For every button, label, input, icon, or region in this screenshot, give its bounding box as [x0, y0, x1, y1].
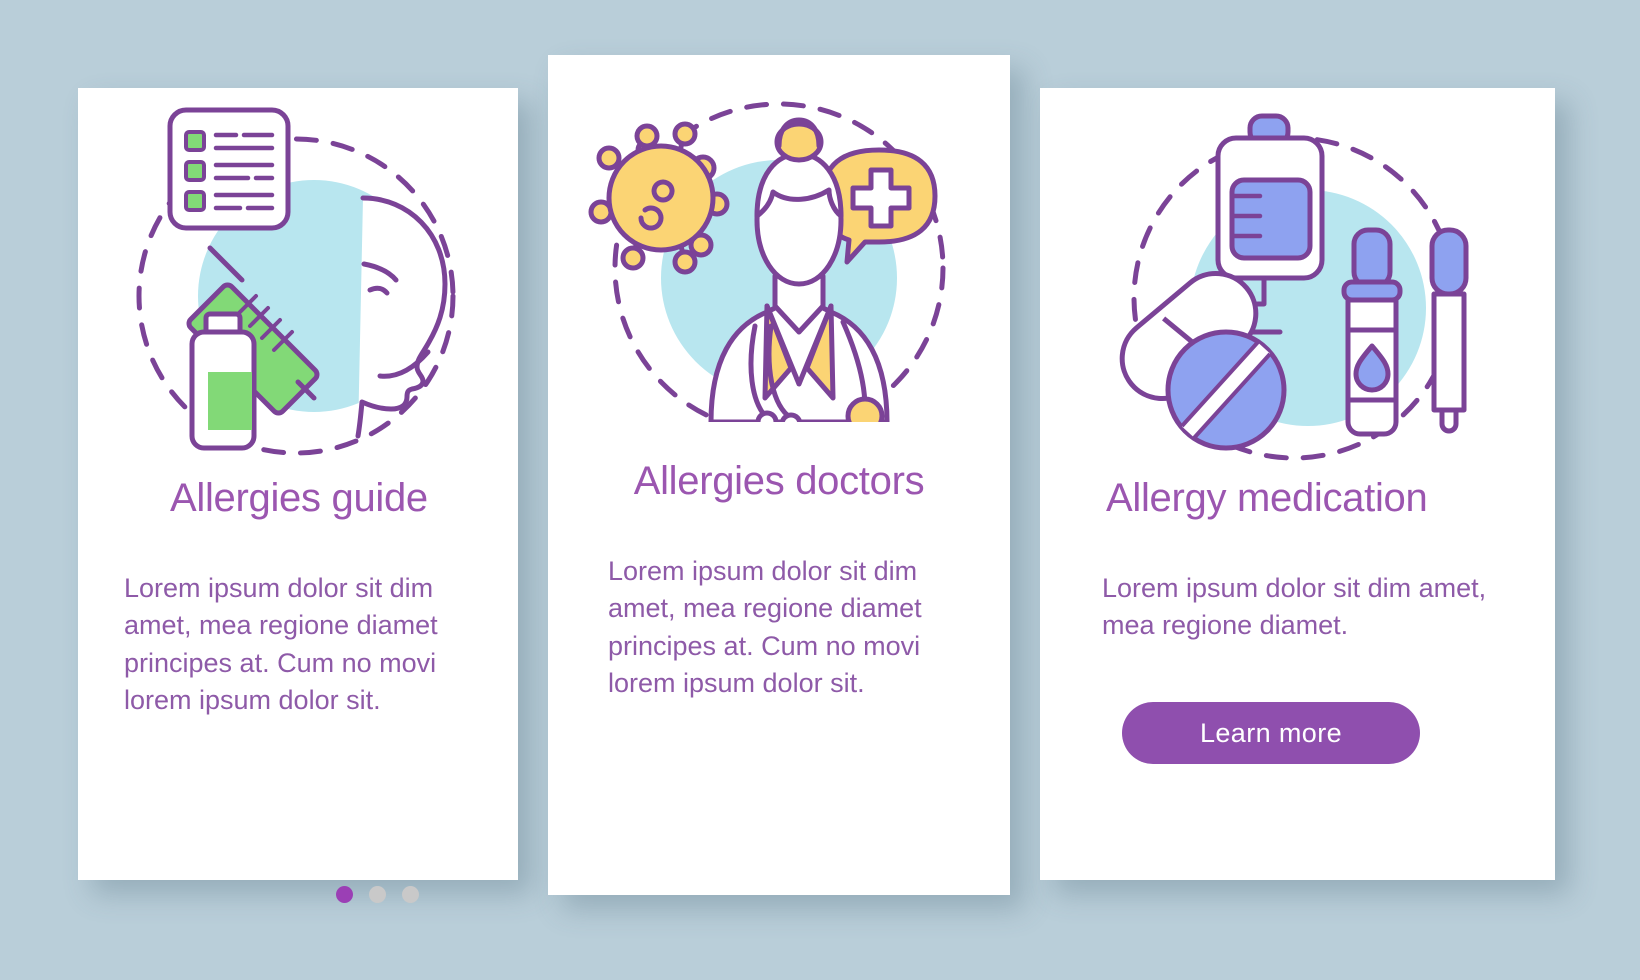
dropper-bottle-icon [1341, 227, 1402, 437]
page-title: Allergies doctors [633, 459, 925, 503]
tablet-pill-icon [1165, 329, 1286, 451]
learn-more-button[interactable]: Learn more [1122, 702, 1420, 764]
pagination-dot-3[interactable] [402, 886, 419, 903]
medication-illustration [1040, 88, 1555, 468]
card-body-text: Lorem ipsum dolor sit dim amet, mea regi… [1102, 573, 1487, 641]
page-title: Allergy medication [1106, 476, 1428, 520]
page-title: Allergies guide [170, 476, 428, 520]
face-profile-icon [355, 195, 448, 439]
card-body-text: Lorem ipsum dolor sit dim amet, mea regi… [608, 556, 922, 698]
doctor-illustration [548, 55, 1010, 455]
pagination-dot-1[interactable] [336, 886, 353, 903]
onboarding-screens: Allergies guide Lorem ipsum dolor sit di… [0, 0, 1640, 980]
pagination-dot-2[interactable] [369, 886, 386, 903]
doctor-svg [588, 101, 946, 422]
onboarding-card-allergies-doctors: Allergies doctors Lorem ipsum dolor sit … [548, 55, 1369, 895]
onboarding-card-allergies-guide: Allergies guide Lorem ipsum dolor sit di… [78, 88, 518, 903]
allergy-test-svg [136, 107, 456, 456]
medication-svg [1119, 113, 1468, 461]
checklist-icon [167, 107, 291, 231]
vial-icon [189, 311, 257, 451]
card-body-text: Lorem ipsum dolor sit dim amet, mea regi… [124, 573, 438, 715]
pipette-icon [1429, 227, 1468, 434]
virus-icon [588, 121, 730, 275]
pagination-dots [336, 886, 419, 903]
allergy-test-illustration [78, 88, 518, 468]
